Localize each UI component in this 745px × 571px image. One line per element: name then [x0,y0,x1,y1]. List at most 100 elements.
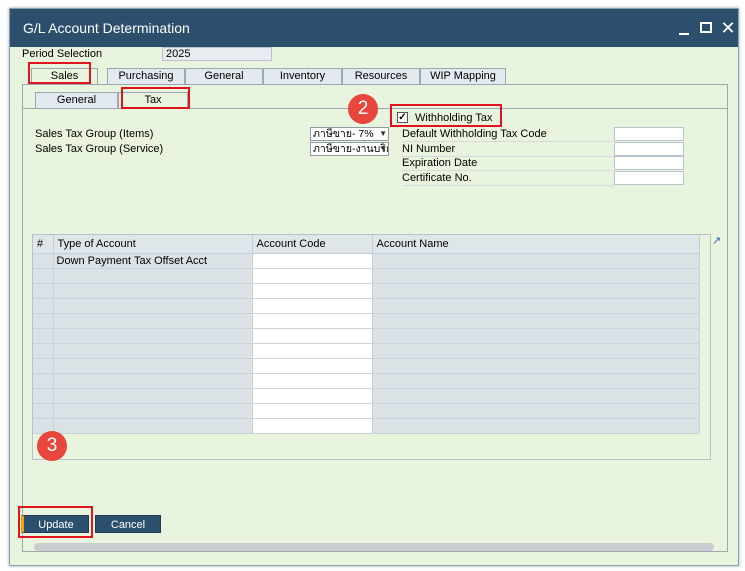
withholding-tax-label: Withholding Tax [415,112,493,124]
table-cell[interactable] [252,283,373,299]
table-row[interactable]: Down Payment Tax Offset Acct [33,253,700,269]
table-cell [33,328,54,344]
table-row[interactable] [33,298,700,314]
table-cell [33,388,54,404]
expand-icon[interactable]: ↗ [712,236,722,247]
table-cell[interactable] [252,343,373,359]
tab-general[interactable]: General [185,68,263,84]
sales-tax-service-value: ภาษีขาย-งานบริก [313,143,389,155]
step-2-badge: 2 [348,94,378,124]
table-cell [33,283,54,299]
table-cell [372,343,700,359]
withholding-field-label: Expiration Date [402,157,478,169]
period-selection-label: Period Selection [22,48,103,60]
withholding-field-input[interactable] [614,141,684,156]
close-icon: ✕ [720,18,736,38]
title-bar[interactable]: G/L Account Determination ✕ [10,9,738,47]
table-row[interactable] [33,343,700,359]
subtab-general[interactable]: General [35,92,118,108]
table-cell [53,373,253,389]
table-cell [372,403,700,419]
table-cell[interactable] [252,403,373,419]
table-cell [33,313,54,329]
table-row[interactable] [33,268,700,284]
column-header[interactable]: Type of Account [53,235,253,254]
withholding-tax-checkbox[interactable]: ✓ [397,112,408,123]
sales-tax-service-label: Sales Tax Group (Service) [35,143,164,155]
table-cell[interactable] [252,313,373,329]
maximize-button[interactable] [694,15,718,41]
horizontal-scrollbar[interactable] [34,543,714,551]
tab-inventory[interactable]: Inventory [263,68,342,84]
table-cell [33,268,54,284]
minimize-icon [679,33,689,35]
table-cell [53,388,253,404]
table-cell [53,313,253,329]
table-cell [372,268,700,284]
withholding-tax-checkbox-row[interactable]: ✓ Withholding Tax [393,109,503,129]
table-cell [53,343,253,359]
table-row[interactable] [33,328,700,344]
table-cell [33,343,54,359]
table-cell [53,328,253,344]
table-row[interactable] [33,388,700,404]
step-3-badge: 3 [37,431,67,461]
period-selection-field[interactable]: 2025 [162,47,272,61]
table-cell[interactable] [252,373,373,389]
withholding-field-label: Certificate No. [402,171,472,184]
table-cell[interactable] [252,358,373,374]
withholding-field-input[interactable] [614,170,684,185]
table-cell [53,418,253,434]
sales-tax-items-select[interactable]: ภาษีขาย- 7% ▼ [310,127,389,141]
dropdown-arrow-icon: ▼ [379,129,387,138]
table-cell[interactable] [252,268,373,284]
table-cell[interactable] [252,298,373,314]
tab-resources[interactable]: Resources [342,68,420,84]
column-header[interactable]: Account Code [252,235,373,254]
table-row[interactable] [33,418,700,434]
table-cell[interactable] [252,253,373,269]
table-row[interactable] [33,403,700,419]
table-cell[interactable] [252,328,373,344]
withholding-field-label: NI Number [402,142,456,155]
table-row[interactable] [33,283,700,299]
sales-tax-items-value: ภาษีขาย- 7% [313,128,374,140]
close-button[interactable]: ✕ [716,15,740,41]
withholding-field-label: Default Withholding Tax Code [402,128,547,140]
table-row[interactable] [33,373,700,389]
table-row[interactable] [33,358,700,374]
table-cell: Down Payment Tax Offset Acct [53,253,253,269]
table-cell [372,418,700,434]
table-cell [33,358,54,374]
maximize-icon [700,22,712,33]
subtab-tax[interactable]: Tax [118,92,188,108]
table-cell [53,298,253,314]
table-cell[interactable] [252,388,373,404]
minimize-button[interactable] [672,15,696,41]
withholding-field-input[interactable] [614,127,684,141]
table-cell [372,373,700,389]
sales-tax-service-select[interactable]: ภาษีขาย-งานบริก ▼ [310,142,389,156]
account-grid: # Type of Account Account Code Account Name… [32,234,711,460]
cancel-button[interactable]: Cancel [95,515,161,533]
tab-sales[interactable]: Sales [31,68,98,85]
table-cell [53,403,253,419]
table-cell [372,388,700,404]
column-header[interactable]: Account Name [372,235,700,254]
table-cell [372,313,700,329]
window-title: G/L Account Determination [23,20,190,36]
table-cell [372,358,700,374]
column-header[interactable]: # [33,235,54,254]
table-cell [53,283,253,299]
tab-wip-mapping[interactable]: WIP Mapping [420,68,506,84]
tab-purchasing[interactable]: Purchasing [107,68,185,84]
sales-tax-items-label: Sales Tax Group (Items) [35,128,154,140]
table-cell [53,268,253,284]
withholding-field-input[interactable] [614,156,684,170]
table-row[interactable] [33,313,700,329]
update-button[interactable]: Update [21,515,89,533]
table-cell[interactable] [252,418,373,434]
table-cell [33,403,54,419]
table-cell [372,328,700,344]
dropdown-arrow-icon: ▼ [379,144,387,153]
